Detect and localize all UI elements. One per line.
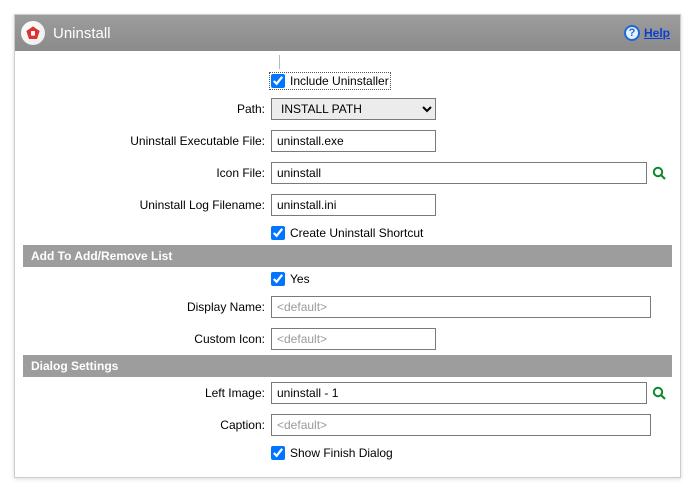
section-dialog-settings: Dialog Settings bbox=[23, 355, 672, 377]
yes-label: Yes bbox=[290, 272, 310, 286]
exe-file-input[interactable] bbox=[271, 130, 436, 152]
help-link[interactable]: Help bbox=[644, 26, 670, 40]
log-file-input[interactable] bbox=[271, 194, 436, 216]
log-file-label: Uninstall Log Filename: bbox=[27, 198, 271, 212]
create-shortcut-checkbox[interactable]: Create Uninstall Shortcut bbox=[271, 226, 423, 240]
app-logo-icon bbox=[21, 21, 45, 45]
show-finish-input[interactable] bbox=[271, 446, 285, 460]
show-finish-checkbox[interactable]: Show Finish Dialog bbox=[271, 446, 393, 460]
include-uninstaller-checkbox[interactable]: Include Uninstaller bbox=[271, 74, 389, 88]
show-finish-label: Show Finish Dialog bbox=[290, 446, 393, 460]
create-shortcut-label: Create Uninstall Shortcut bbox=[290, 226, 423, 240]
display-name-label: Display Name: bbox=[27, 300, 271, 314]
icon-file-label: Icon File: bbox=[27, 166, 271, 180]
page-title: Uninstall bbox=[53, 25, 111, 42]
caption-input[interactable] bbox=[271, 414, 651, 436]
caption-label: Caption: bbox=[27, 418, 271, 432]
yes-input[interactable] bbox=[271, 272, 285, 286]
icon-file-input[interactable] bbox=[271, 162, 647, 184]
left-image-browse-button[interactable] bbox=[651, 384, 668, 402]
yes-checkbox[interactable]: Yes bbox=[271, 272, 310, 286]
left-image-input[interactable] bbox=[271, 382, 647, 404]
include-uninstaller-input[interactable] bbox=[271, 74, 285, 88]
browse-icon bbox=[651, 385, 667, 401]
create-shortcut-input[interactable] bbox=[271, 226, 285, 240]
help-icon: ? bbox=[624, 25, 640, 41]
path-label: Path: bbox=[27, 102, 271, 116]
custom-icon-input[interactable] bbox=[271, 328, 436, 350]
browse-icon bbox=[651, 165, 667, 181]
icon-file-browse-button[interactable] bbox=[651, 164, 668, 182]
title-bar: Uninstall ? Help bbox=[15, 15, 680, 51]
custom-icon-label: Custom Icon: bbox=[27, 332, 271, 346]
section-add-remove: Add To Add/Remove List bbox=[23, 245, 672, 267]
include-uninstaller-label: Include Uninstaller bbox=[290, 74, 389, 88]
display-name-input[interactable] bbox=[271, 296, 651, 318]
left-image-label: Left Image: bbox=[27, 386, 271, 400]
exe-file-label: Uninstall Executable File: bbox=[27, 134, 271, 148]
path-select[interactable]: INSTALL PATH bbox=[271, 98, 436, 120]
